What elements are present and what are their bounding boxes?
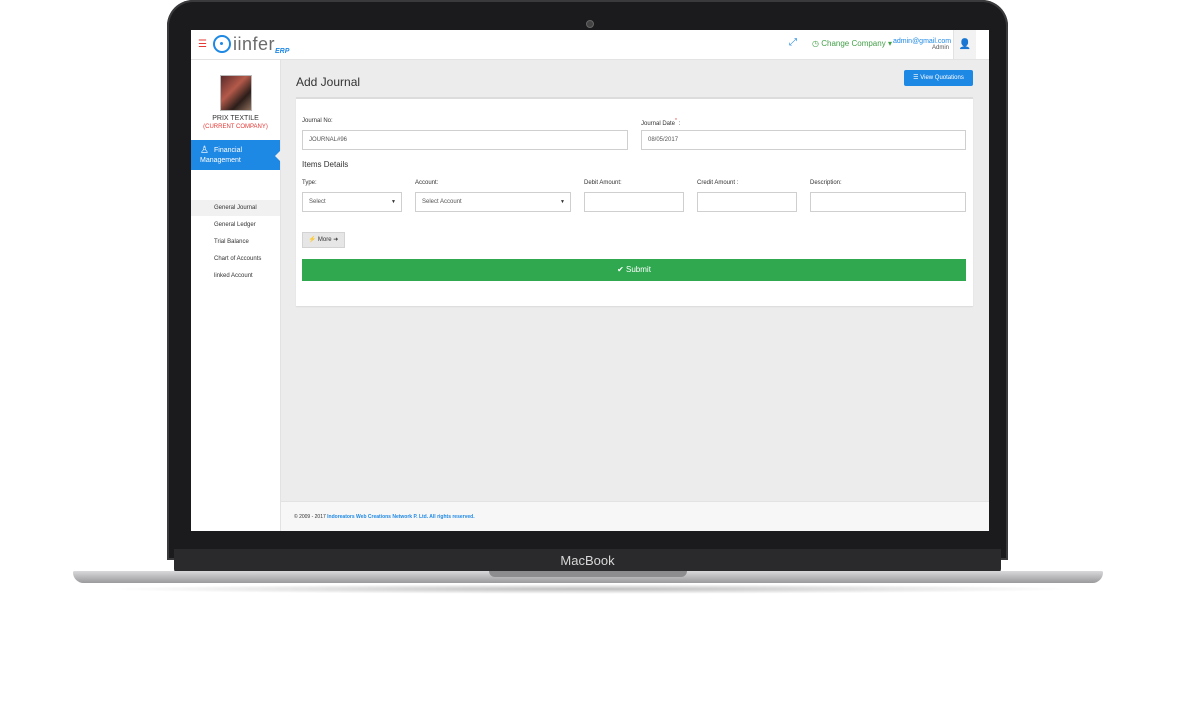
change-company-label: Change Company [821,39,886,48]
sidebar-item-linked-account[interactable]: linked Account [191,268,280,284]
credit-amount-input[interactable] [697,192,797,212]
submit-label: Submit [626,265,651,274]
laptop-chin: MacBook [174,549,1001,573]
account-select[interactable]: Select Account ▼ [415,192,571,212]
page-footer: © 2009 - 2017 Indoreators Web Creations … [281,501,989,531]
clock-icon: ◷ [812,39,819,48]
menu-icon[interactable]: ☰ [198,39,207,50]
device-brand-label: MacBook [560,553,615,568]
company-avatar [220,75,252,111]
journal-no-input[interactable]: JOURNAL#96 [302,130,628,150]
user-menu-button[interactable]: 👤 [953,30,976,59]
submit-button[interactable]: ✔ Submit [302,259,966,281]
sidebar-item-financial-management[interactable]: ♙ Financial Management [191,140,280,170]
journal-no-label: Journal No: [302,118,333,124]
app-logo[interactable]: iinfer ERP [213,31,289,59]
page-title: Add Journal [296,75,361,89]
sidebar-item-general-journal[interactable]: General Journal [191,200,280,216]
footer-text: © 2009 - 2017 Indoreators Web Creations … [294,514,475,520]
main-content: Add Journal ☰ View Quotations Journal No… [281,60,989,531]
journal-date-input[interactable]: 08/05/2017 [641,130,966,150]
chevron-down-icon: ▾ [887,39,892,48]
credit-amount-label: Credit Amount : [697,180,739,186]
logo-text: iinfer [233,34,276,54]
user-role: Admin [931,45,949,51]
copyright-text: © 2009 - 2017 [294,514,326,520]
caret-down-icon: ▼ [391,199,396,205]
user-icon: 👤 [958,39,972,50]
view-quotations-button[interactable]: ☰ View Quotations [904,70,973,86]
journal-no-value: JOURNAL#96 [309,137,348,143]
fullscreen-icon[interactable]: ⤢ [789,37,797,48]
journal-date-colon: : [678,121,681,127]
more-label: More [317,237,332,243]
items-details-title: Items Details [302,160,349,169]
change-company-dropdown[interactable]: ◷ Change Company ▾ [812,39,892,48]
sidebar-item-trial-balance[interactable]: Trial Balance [191,234,280,250]
logo-mark-icon [213,35,231,53]
company-name: PRIX TEXTILE [212,115,259,122]
debit-amount-input[interactable] [584,192,684,212]
debit-amount-label: Debit Amount: [584,180,622,186]
required-marker: * [675,118,677,124]
app-screen: ☰ iinfer ERP ⤢ ◷ Change Company ▾ admin@… [191,30,989,531]
description-label: Description: [810,180,842,186]
journal-date-label-text: Journal Date [641,121,676,127]
more-button[interactable]: ⚡ More ➜ [302,232,345,248]
list-icon: ☰ [913,75,919,81]
check-icon: ✔ [617,265,624,274]
sidebar-item-general-ledger[interactable]: General Ledger [191,217,280,233]
sidebar-item-chart-of-accounts[interactable]: Chart of Accounts [191,251,280,267]
user-info[interactable]: admin@gmail.com Admin [893,38,952,52]
sidebar-section-label: Financial Management [200,147,243,164]
current-company-tag: (CURRENT COMPANY) [203,124,268,130]
footer-company-link[interactable]: Indoreators Web Creations Network P. Ltd… [327,514,474,520]
account-select-value: Select Account [422,199,462,205]
description-input[interactable] [810,192,966,212]
laptop-shadow [100,584,1080,594]
view-quotations-label: View Quotations [920,75,964,81]
laptop-notch [489,571,687,577]
type-select[interactable]: Select ▼ [302,192,402,212]
journal-date-value: 08/05/2017 [648,137,679,143]
journal-form-card: Journal No: JOURNAL#96 Journal Date* : 0… [296,97,973,306]
top-navbar: ☰ iinfer ERP ⤢ ◷ Change Company ▾ admin@… [191,30,989,60]
user-email: admin@gmail.com [893,38,952,45]
camera-icon [586,20,594,28]
arrow-right-icon: ➜ [333,237,339,243]
account-label: Account: [415,180,439,186]
caret-down-icon: ▼ [560,199,565,205]
logo-suffix: ERP [275,48,290,55]
sidebar: PRIX TEXTILE (CURRENT COMPANY) ♙ Financi… [191,60,281,531]
type-select-value: Select [309,199,326,205]
journal-date-label: Journal Date* : [641,118,680,127]
type-label: Type: [302,180,317,186]
bolt-icon: ⚡ [308,237,317,243]
